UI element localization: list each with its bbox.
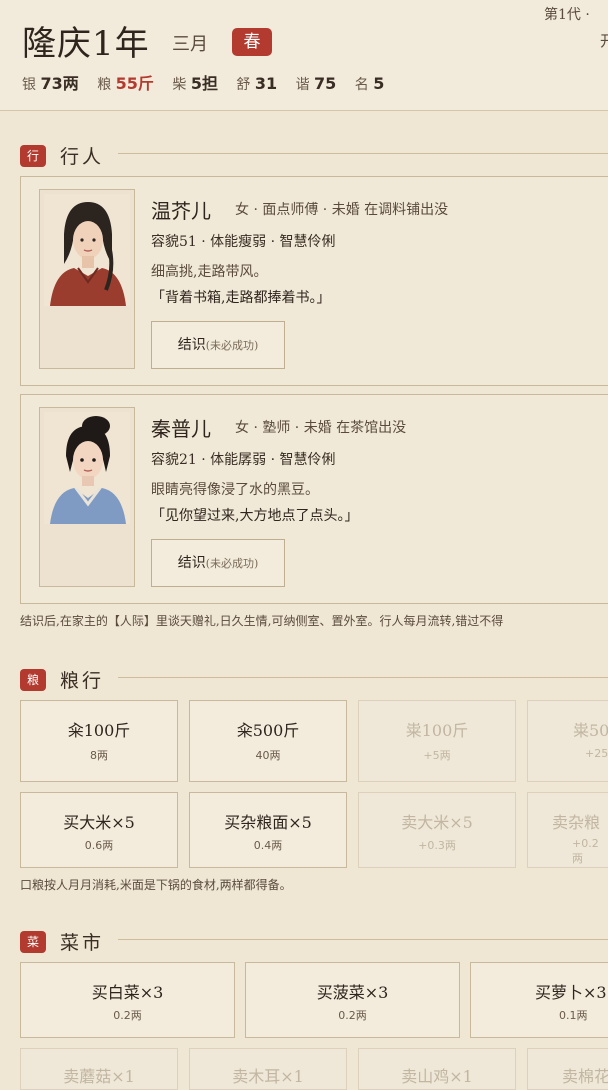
year-title: 隆庆1年 xyxy=(22,24,150,64)
person-name: 温芥儿 xyxy=(151,199,211,223)
grain-section-icon: 粮 xyxy=(20,668,46,691)
month-label: 三月 xyxy=(172,34,208,55)
tile-label: 籴100斤 xyxy=(67,721,131,740)
section-title: 菜市 xyxy=(60,932,105,954)
grain-hint-text: 口粮按人月月消耗,米面是下锅的食材,两样都得备。 xyxy=(20,878,292,892)
section-veg-header: 菜 菜市 xyxy=(20,928,104,955)
section-walkers-header: 行 行人 xyxy=(20,142,104,169)
sell-fungus-button[interactable]: 卖木耳×1 xyxy=(189,1048,347,1090)
befriend-button[interactable]: 结识(未必成功) xyxy=(151,539,285,587)
woman-portrait-icon xyxy=(44,412,130,524)
befriend-note: (未必成功) xyxy=(205,339,259,352)
tile-price: 0.2两 xyxy=(113,1009,142,1022)
walkers-hint-text: 结识后,在家主的【人际】里谈天赠礼,日久生情,可纳侧室、置外室。行人每月流转,错… xyxy=(20,614,504,628)
resource-stats: 银 73两 粮 55斤 柴 5担 舒 31 谐 75 名 5 xyxy=(22,70,398,94)
portrait-frame xyxy=(39,189,135,369)
vegetable-section-icon: 菜 xyxy=(20,930,46,953)
section-title: 行人 xyxy=(60,146,105,168)
person-card: 温芥儿 女 · 面点师傅 · 未婚 在调料铺出没 容貌51 · 体能瘦弱 · 智… xyxy=(20,176,608,386)
section-divider xyxy=(118,153,608,154)
tile-label: 卖杂粮 xyxy=(552,813,601,832)
buy-cabbage-button[interactable]: 买白菜×3 0.2两 xyxy=(20,962,235,1038)
stat-grain: 粮 55斤 xyxy=(97,74,154,93)
sell-grain-500-button[interactable]: 粜50 +25 xyxy=(527,700,608,782)
walkers-section-icon: 行 xyxy=(20,144,46,167)
tile-label: 买大米×5 xyxy=(63,813,135,832)
buy-flour-button[interactable]: 买杂粮面×5 0.4两 xyxy=(189,792,347,868)
tile-label: 卖山鸡×1 xyxy=(401,1067,473,1086)
person-quote: 「背着书箱,走路都捧着书。」 xyxy=(151,290,331,306)
befriend-label: 结识 xyxy=(177,555,206,571)
season-badge: 春 xyxy=(232,28,272,56)
top-status-bar: 隆庆1年 三月 春 第1代 · 开 银 73两 粮 55斤 柴 5担 舒 31 … xyxy=(0,0,608,111)
buy-grain-500-button[interactable]: 籴500斤 40两 xyxy=(189,700,347,782)
woman-portrait-icon xyxy=(44,194,130,306)
tile-label: 卖蘑菇×1 xyxy=(63,1067,135,1086)
tile-label: 粜100斤 xyxy=(405,721,469,740)
stat-firewood: 柴 5担 xyxy=(172,74,218,93)
sell-flour-button[interactable]: 卖杂粮 +0.2两 xyxy=(527,792,608,868)
stat-comfort: 舒 31 xyxy=(236,74,278,93)
tile-price: +0.3两 xyxy=(418,839,456,852)
tile-label: 买菠菜×3 xyxy=(316,983,389,1002)
sell-rice-button[interactable]: 卖大米×5 +0.3两 xyxy=(358,792,516,868)
tile-label: 卖棉花 xyxy=(562,1067,608,1086)
tile-label: 卖木耳×1 xyxy=(232,1067,304,1086)
tile-price: 8两 xyxy=(90,749,108,762)
tile-price: +0.2两 xyxy=(572,837,599,865)
sell-pheasant-button[interactable]: 卖山鸡×1 xyxy=(358,1048,516,1090)
tile-price: 0.1两 xyxy=(559,1009,588,1022)
tile-price: 40两 xyxy=(255,749,281,762)
section-title: 粮行 xyxy=(60,670,105,692)
tile-label: 卖大米×5 xyxy=(401,813,473,832)
section-divider xyxy=(118,939,608,940)
tile-label: 买萝卜×3 xyxy=(535,983,607,1002)
buy-rice-button[interactable]: 买大米×5 0.6两 xyxy=(20,792,178,868)
generation-label: 第1代 · xyxy=(544,7,590,23)
person-description: 眼睛亮得像浸了水的黑豆。 xyxy=(151,482,319,498)
tile-price: +5两 xyxy=(423,749,451,762)
tile-label: 籴500斤 xyxy=(236,721,300,740)
tile-price: 0.2两 xyxy=(338,1009,367,1022)
person-meta: 女 · 塾师 · 未婚 在茶馆出没 xyxy=(235,420,407,436)
person-name: 秦普儿 xyxy=(151,417,211,441)
buy-radish-button[interactable]: 买萝卜×3 0.1两 xyxy=(470,962,608,1038)
person-card: 秦普儿 女 · 塾师 · 未婚 在茶馆出没 容貌21 · 体能孱弱 · 智慧伶俐… xyxy=(20,394,608,604)
stat-fame: 名 5 xyxy=(354,74,385,93)
tile-label: 买杂粮面×5 xyxy=(224,813,312,832)
person-stats: 容貌51 · 体能瘦弱 · 智慧伶俐 xyxy=(151,234,336,250)
tile-price: +25 xyxy=(585,747,608,760)
portrait-frame xyxy=(39,407,135,587)
person-description: 细高挑,走路带风。 xyxy=(151,264,268,280)
tile-price: 0.6两 xyxy=(84,839,114,852)
buy-grain-100-button[interactable]: 籴100斤 8两 xyxy=(20,700,178,782)
header-right-text: 开 xyxy=(600,32,608,50)
section-divider xyxy=(118,677,608,678)
stat-harmony: 谐 75 xyxy=(295,74,337,93)
sell-mushroom-button[interactable]: 卖蘑菇×1 xyxy=(20,1048,178,1090)
stat-silver: 银 73两 xyxy=(22,74,79,93)
tile-price: 0.4两 xyxy=(253,839,283,852)
sell-grain-100-button[interactable]: 粜100斤 +5两 xyxy=(358,700,516,782)
befriend-button[interactable]: 结识(未必成功) xyxy=(151,321,285,369)
tile-label: 粜50 xyxy=(573,721,608,740)
person-stats: 容貌21 · 体能孱弱 · 智慧伶俐 xyxy=(151,452,336,468)
section-grain-header: 粮 粮行 xyxy=(20,666,104,693)
sell-cotton-button[interactable]: 卖棉花 xyxy=(527,1048,608,1090)
befriend-label: 结识 xyxy=(177,337,206,353)
tile-label: 买白菜×3 xyxy=(91,983,164,1002)
befriend-note: (未必成功) xyxy=(205,557,259,570)
person-quote: 「见你望过来,大方地点了点头。」 xyxy=(151,508,359,524)
buy-spinach-button[interactable]: 买菠菜×3 0.2两 xyxy=(245,962,460,1038)
person-meta: 女 · 面点师傅 · 未婚 在调料铺出没 xyxy=(235,202,449,218)
